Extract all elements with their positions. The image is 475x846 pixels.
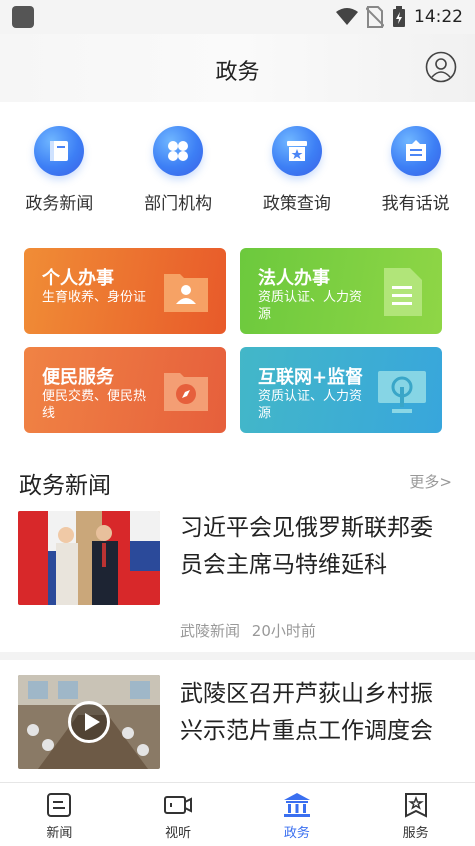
card-title: 便民服务 bbox=[42, 367, 114, 388]
news-thumbnail bbox=[18, 511, 160, 605]
card-subtitle: 资质认证、人力资源 bbox=[258, 290, 363, 322]
profile-icon[interactable] bbox=[425, 51, 457, 83]
monitor-icon bbox=[378, 371, 426, 413]
shortcut-gov-news[interactable]: 政务新闻 bbox=[0, 118, 119, 218]
news-meta: 武陵新闻 20小时前 bbox=[180, 620, 316, 641]
shortcut-label: 政务新闻 bbox=[25, 194, 94, 214]
shortcut-departments[interactable]: 部门机构 bbox=[119, 118, 238, 218]
card-subtitle: 资质认证、人力资源 bbox=[258, 389, 363, 421]
play-icon[interactable] bbox=[68, 701, 110, 743]
folder-compass-icon bbox=[164, 373, 208, 411]
nav-label: 服务 bbox=[402, 826, 429, 841]
clock: 14:22 bbox=[414, 7, 463, 27]
star-archive-icon bbox=[271, 126, 322, 176]
battery-charging-icon bbox=[393, 6, 405, 27]
nav-government[interactable]: 政务 bbox=[238, 783, 357, 846]
bottom-navigation: 新闻 视听 政务 服务 bbox=[0, 782, 475, 846]
news-source: 武陵新闻 bbox=[180, 622, 241, 640]
nav-label: 视听 bbox=[165, 826, 192, 841]
news-title: 武陵区召开芦荻山乡村振兴示范片重点工作调度会 bbox=[180, 681, 433, 744]
wifi-icon bbox=[336, 8, 358, 25]
news-time: 20小时前 bbox=[251, 622, 316, 640]
app-notification-icon bbox=[12, 6, 34, 28]
nav-label: 政务 bbox=[283, 826, 310, 841]
status-bar: 14:22 bbox=[0, 0, 475, 34]
page-title: 政务 bbox=[215, 60, 260, 85]
quick-shortcuts: 政务新闻 部门机构 政策查询 我有话说 bbox=[0, 118, 475, 218]
news-thumbnail bbox=[18, 675, 160, 769]
status-icons: 14:22 bbox=[336, 5, 463, 29]
news-section-header: 政务新闻 更多> bbox=[0, 460, 475, 500]
card-title: 个人办事 bbox=[42, 268, 114, 289]
government-building-icon bbox=[283, 793, 310, 817]
news-item[interactable]: 武陵区召开芦荻山乡村振兴示范片重点工作调度会 bbox=[0, 672, 475, 782]
shortcut-label: 政策查询 bbox=[262, 194, 331, 214]
news-icon bbox=[47, 793, 72, 817]
news-title: 习近平会见俄罗斯联邦委员会主席马特维延科 bbox=[180, 515, 433, 578]
video-camera-icon bbox=[164, 796, 193, 814]
convenience-service-card[interactable]: 便民服务 便民交费、便民热线 bbox=[24, 347, 226, 433]
shortcut-label: 我有话说 bbox=[381, 194, 450, 214]
id-card-icon bbox=[164, 274, 208, 312]
legal-affairs-card[interactable]: 法人办事 资质认证、人力资源 bbox=[240, 248, 442, 334]
shortcut-feedback[interactable]: 我有话说 bbox=[356, 118, 475, 218]
app-header: 政务 bbox=[0, 34, 475, 102]
personal-affairs-card[interactable]: 个人办事 生育收养、身份证 bbox=[24, 248, 226, 334]
nav-video[interactable]: 视听 bbox=[119, 783, 238, 846]
book-icon bbox=[34, 126, 85, 176]
section-title: 政务新闻 bbox=[19, 473, 111, 499]
nav-label: 新闻 bbox=[46, 826, 73, 841]
shortcut-policy[interactable]: 政策查询 bbox=[238, 118, 357, 218]
card-title: 法人办事 bbox=[258, 268, 330, 289]
divider bbox=[0, 652, 475, 660]
news-item[interactable]: 习近平会见俄罗斯联邦委员会主席马特维延科 武陵新闻 20小时前 bbox=[0, 510, 475, 650]
card-title: 互联网+监督 bbox=[258, 367, 364, 388]
no-sim-icon bbox=[366, 6, 384, 28]
shortcut-label: 部门机构 bbox=[144, 194, 213, 214]
internet-supervision-card[interactable]: 互联网+监督 资质认证、人力资源 bbox=[240, 347, 442, 433]
message-icon bbox=[390, 126, 441, 176]
nav-service[interactable]: 服务 bbox=[356, 783, 475, 846]
card-subtitle: 生育收养、身份证 bbox=[42, 290, 147, 305]
nav-news[interactable]: 新闻 bbox=[0, 783, 119, 846]
more-link[interactable]: 更多> bbox=[409, 471, 452, 492]
service-star-icon bbox=[404, 793, 427, 818]
document-icon bbox=[384, 268, 422, 316]
card-subtitle: 便民交费、便民热线 bbox=[42, 389, 147, 421]
grid-icon bbox=[153, 126, 204, 176]
